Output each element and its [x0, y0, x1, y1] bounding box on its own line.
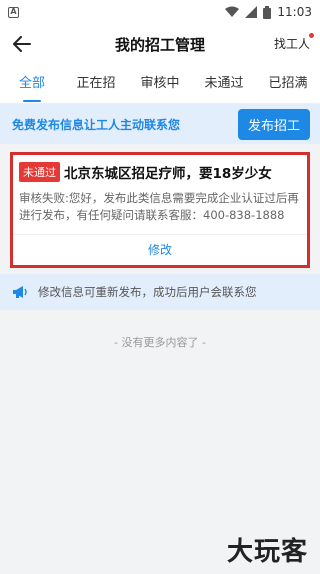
wifi-icon — [225, 6, 240, 17]
job-title[interactable]: 北京东城区招足疗师，要18岁少女 — [64, 162, 272, 182]
tab-all[interactable]: 全部 — [0, 64, 64, 104]
tab-reviewing[interactable]: 审核中 — [128, 64, 192, 104]
notice-bar: 修改信息可重新发布，成功后用户会联系您 — [0, 274, 320, 310]
promo-banner: 免费发布信息让工人主动联系您 发布招工 — [0, 104, 320, 144]
watermark-logo: 大玩客 — [226, 537, 308, 567]
promo-text: 免费发布信息让工人主动联系您 — [12, 117, 181, 132]
notification-dot — [309, 33, 314, 38]
tab-recruiting[interactable]: 正在招 — [64, 64, 128, 104]
page-title: 我的招工管理 — [114, 35, 205, 54]
notice-text: 修改信息可重新发布，成功后用户会联系您 — [38, 285, 257, 299]
job-card-header: 未通过 北京东城区招足疗师，要18岁少女 — [13, 155, 307, 182]
post-job-button[interactable]: 发布招工 — [237, 108, 310, 140]
signal-icon — [245, 6, 258, 18]
find-workers-link[interactable]: 找工人 — [273, 33, 314, 52]
job-card: 未通过 北京东城区招足疗师，要18岁少女 审核失败:您好，发布此类信息需要完成企… — [10, 152, 310, 268]
tab-rejected[interactable]: 未通过 — [192, 64, 256, 104]
megaphone-icon — [12, 285, 28, 299]
status-time: 11:03 — [277, 5, 312, 19]
status-tabs: 全部 正在招 审核中 未通过 已招满 — [0, 64, 320, 104]
arrow-left-icon — [13, 36, 31, 52]
status-badge: 未通过 — [19, 162, 60, 182]
notification-a-icon: A — [8, 6, 19, 18]
tab-filled[interactable]: 已招满 — [256, 64, 320, 104]
app-bar: 我的招工管理 找工人 — [0, 24, 320, 64]
back-button[interactable] — [8, 30, 36, 58]
battery-icon — [263, 5, 272, 19]
edit-button[interactable]: 修改 — [13, 235, 307, 265]
no-more-content: - 没有更多内容了 - — [114, 336, 206, 349]
review-failure-reason: 审核失败:您好，发布此类信息需要完成企业认证过后再进行发布，有任何疑问请联系客服… — [19, 191, 299, 222]
status-bar: A 11:03 — [0, 0, 320, 24]
find-workers-label: 找工人 — [273, 37, 310, 51]
